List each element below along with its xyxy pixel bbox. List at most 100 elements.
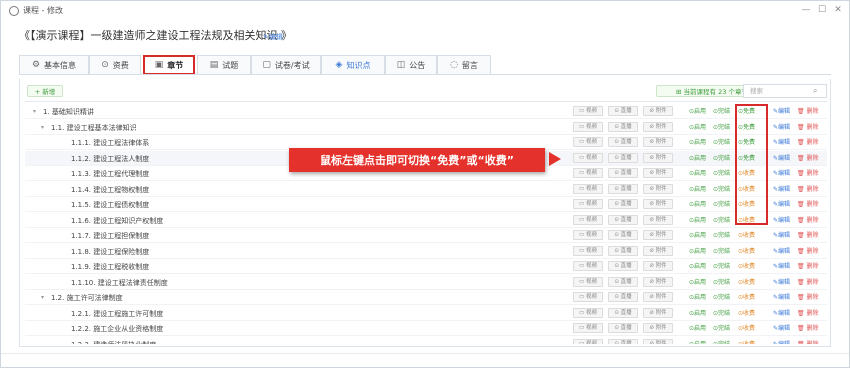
delete-button[interactable]: 🗑 删除 xyxy=(797,200,819,209)
live-button[interactable]: ⊙ 直播 xyxy=(608,214,638,225)
delete-button[interactable]: 🗑 删除 xyxy=(797,262,819,271)
video-button[interactable]: ▭ 视频 xyxy=(573,338,603,344)
video-button[interactable]: ▭ 视频 xyxy=(573,121,603,132)
video-button[interactable]: ▭ 视频 xyxy=(573,307,603,318)
attachment-button[interactable]: ⊘ 附件 xyxy=(643,199,673,209)
attachment-button[interactable]: ⊘ 附件 xyxy=(643,292,673,302)
video-button[interactable]: ▭ 视频 xyxy=(573,106,603,116)
edit-button[interactable]: ✎编辑 xyxy=(773,169,790,178)
fee-toggle[interactable]: ⊙收费 xyxy=(738,293,755,302)
chapter-row[interactable]: 1.1.6. 建设工程知识产权制度 ▭ 视频 ⊙ 直播 ⊘ 附件 ⊙启用 ⊙完结 ⊙收费 ✎编… xyxy=(25,213,827,228)
finish-toggle[interactable]: ⊙完结 xyxy=(713,216,730,225)
edit-course-link[interactable]: ✎编辑 xyxy=(263,32,283,42)
live-button[interactable]: ⊙ 直播 xyxy=(608,183,638,194)
attachment-button[interactable]: ⊘ 附件 xyxy=(643,106,673,116)
fee-toggle[interactable]: ⊙收费 xyxy=(738,340,755,345)
live-button[interactable]: ⊙ 直播 xyxy=(608,168,638,178)
edit-button[interactable]: ✎编辑 xyxy=(773,138,790,147)
edit-button[interactable]: ✎编辑 xyxy=(773,324,790,333)
enable-toggle[interactable]: ⊙启用 xyxy=(689,200,706,209)
finish-toggle[interactable]: ⊙完结 xyxy=(713,200,730,209)
enable-toggle[interactable]: ⊙启用 xyxy=(689,123,706,132)
attachment-button[interactable]: ⊘ 附件 xyxy=(643,183,673,194)
expand-toggle-icon[interactable]: ▾ xyxy=(41,123,44,133)
tab-knowledge-points[interactable]: ◈ 知识点 xyxy=(321,55,385,75)
delete-button[interactable]: 🗑 删除 xyxy=(797,293,819,302)
delete-button[interactable]: 🗑 删除 xyxy=(797,107,819,116)
fee-toggle[interactable]: ⊙收费 xyxy=(738,262,755,271)
enable-toggle[interactable]: ⊙启用 xyxy=(689,278,706,287)
tab-basic-info[interactable]: ⚙ 基本信息 xyxy=(19,55,89,75)
delete-button[interactable]: 🗑 删除 xyxy=(797,309,819,318)
attachment-button[interactable]: ⊘ 附件 xyxy=(643,168,673,178)
enable-toggle[interactable]: ⊙启用 xyxy=(689,324,706,333)
chapter-row[interactable]: ▾ 1.2. 施工许可法律制度 ▭ 视频 ⊙ 直播 ⊘ 附件 ⊙启用 ⊙完结 ⊙收费 ✎编辑 🗑 … xyxy=(25,290,827,305)
live-button[interactable]: ⊙ 直播 xyxy=(608,199,638,209)
chapter-row[interactable]: 1.1.10. 建设工程法律责任制度 ▭ 视频 ⊙ 直播 ⊘ 附件 ⊙启用 ⊙完结 ⊙收费 ✎… xyxy=(25,275,827,290)
chapter-row[interactable]: 1.2.1. 建设工程施工许可制度 ▭ 视频 ⊙ 直播 ⊘ 附件 ⊙启用 ⊙完结 ⊙收费 ✎编… xyxy=(25,306,827,321)
video-button[interactable]: ▭ 视频 xyxy=(573,152,603,163)
attachment-button[interactable]: ⊘ 附件 xyxy=(643,245,673,256)
live-button[interactable]: ⊙ 直播 xyxy=(608,245,638,256)
delete-button[interactable]: 🗑 删除 xyxy=(797,231,819,240)
attachment-button[interactable]: ⊘ 附件 xyxy=(643,307,673,318)
enable-toggle[interactable]: ⊙启用 xyxy=(689,154,706,163)
attachment-button[interactable]: ⊘ 附件 xyxy=(643,121,673,132)
enable-toggle[interactable]: ⊙启用 xyxy=(689,169,706,178)
chapter-row[interactable]: 1.2.2. 施工企业从业资格制度 ▭ 视频 ⊙ 直播 ⊘ 附件 ⊙启用 ⊙完结 ⊙收费 ✎编… xyxy=(25,321,827,336)
chapter-row[interactable]: 1.1.5. 建设工程债权制度 ▭ 视频 ⊙ 直播 ⊘ 附件 ⊙启用 ⊙完结 ⊙收费 ✎编辑 🗑… xyxy=(25,197,827,212)
delete-button[interactable]: 🗑 删除 xyxy=(797,169,819,178)
chapter-row[interactable]: 1.1.9. 建设工程税收制度 ▭ 视频 ⊙ 直播 ⊘ 附件 ⊙启用 ⊙完结 ⊙收费 ✎编辑 🗑… xyxy=(25,259,827,274)
live-button[interactable]: ⊙ 直播 xyxy=(608,106,638,116)
chapter-row[interactable]: 1.2.3. 建造师注册执业制度 ▭ 视频 ⊙ 直播 ⊘ 附件 ⊙启用 ⊙完结 ⊙收费 ✎编辑… xyxy=(25,337,827,345)
enable-toggle[interactable]: ⊙启用 xyxy=(689,185,706,194)
tab-announcements[interactable]: ◫ 公告 xyxy=(385,55,437,75)
attachment-button[interactable]: ⊘ 附件 xyxy=(643,137,673,147)
video-button[interactable]: ▭ 视频 xyxy=(573,230,603,240)
chapter-row[interactable]: 1.1.7. 建设工程担保制度 ▭ 视频 ⊙ 直播 ⊘ 附件 ⊙启用 ⊙完结 ⊙收费 ✎编辑 🗑… xyxy=(25,228,827,243)
maximize-button[interactable]: ☐ xyxy=(815,4,829,16)
expand-toggle-icon[interactable]: ▾ xyxy=(41,293,44,303)
enable-toggle[interactable]: ⊙启用 xyxy=(689,247,706,256)
edit-button[interactable]: ✎编辑 xyxy=(773,154,790,163)
tab-questions[interactable]: ▤ 试题 xyxy=(197,55,251,75)
live-button[interactable]: ⊙ 直播 xyxy=(608,230,638,240)
attachment-button[interactable]: ⊘ 附件 xyxy=(643,323,673,333)
edit-button[interactable]: ✎编辑 xyxy=(773,216,790,225)
search-icon[interactable]: ⌕ xyxy=(813,85,817,97)
fee-toggle[interactable]: ⊙收费 xyxy=(738,278,755,287)
enable-toggle[interactable]: ⊙启用 xyxy=(689,340,706,345)
attachment-button[interactable]: ⊘ 附件 xyxy=(643,230,673,240)
finish-toggle[interactable]: ⊙完结 xyxy=(713,309,730,318)
edit-button[interactable]: ✎编辑 xyxy=(773,340,790,345)
finish-toggle[interactable]: ⊙完结 xyxy=(713,278,730,287)
fee-toggle[interactable]: ⊙收费 xyxy=(738,309,755,318)
live-button[interactable]: ⊙ 直播 xyxy=(608,323,638,333)
expand-toggle-icon[interactable]: ▾ xyxy=(33,107,36,117)
live-button[interactable]: ⊙ 直播 xyxy=(608,307,638,318)
fee-toggle[interactable]: ⊙收费 xyxy=(738,324,755,333)
edit-button[interactable]: ✎编辑 xyxy=(773,123,790,132)
tab-messages[interactable]: ◌ 留言 xyxy=(437,55,491,75)
finish-toggle[interactable]: ⊙完结 xyxy=(713,107,730,116)
video-button[interactable]: ▭ 视频 xyxy=(573,245,603,256)
attachment-button[interactable]: ⊘ 附件 xyxy=(643,338,673,344)
minimize-button[interactable]: — xyxy=(799,4,813,16)
video-button[interactable]: ▭ 视频 xyxy=(573,292,603,302)
live-button[interactable]: ⊙ 直播 xyxy=(608,261,638,271)
live-button[interactable]: ⊙ 直播 xyxy=(608,121,638,132)
add-chapter-button[interactable]: + 新增 xyxy=(27,85,63,97)
enable-toggle[interactable]: ⊙启用 xyxy=(689,293,706,302)
enable-toggle[interactable]: ⊙启用 xyxy=(689,231,706,240)
chapter-row[interactable]: ▾ 1.1. 建设工程基本法律知识 ▭ 视频 ⊙ 直播 ⊘ 附件 ⊙启用 ⊙完结 ⊙免费 ✎编辑… xyxy=(25,120,827,135)
attachment-button[interactable]: ⊘ 附件 xyxy=(643,152,673,163)
video-button[interactable]: ▭ 视频 xyxy=(573,261,603,271)
video-button[interactable]: ▭ 视频 xyxy=(573,137,603,147)
delete-button[interactable]: 🗑 删除 xyxy=(797,138,819,147)
chapter-row[interactable]: 1.1.8. 建设工程保险制度 ▭ 视频 ⊙ 直播 ⊘ 附件 ⊙启用 ⊙完结 ⊙收费 ✎编辑 🗑… xyxy=(25,244,827,259)
finish-toggle[interactable]: ⊙完结 xyxy=(713,231,730,240)
finish-toggle[interactable]: ⊙完结 xyxy=(713,185,730,194)
video-button[interactable]: ▭ 视频 xyxy=(573,276,603,287)
video-button[interactable]: ▭ 视频 xyxy=(573,183,603,194)
live-button[interactable]: ⊙ 直播 xyxy=(608,292,638,302)
